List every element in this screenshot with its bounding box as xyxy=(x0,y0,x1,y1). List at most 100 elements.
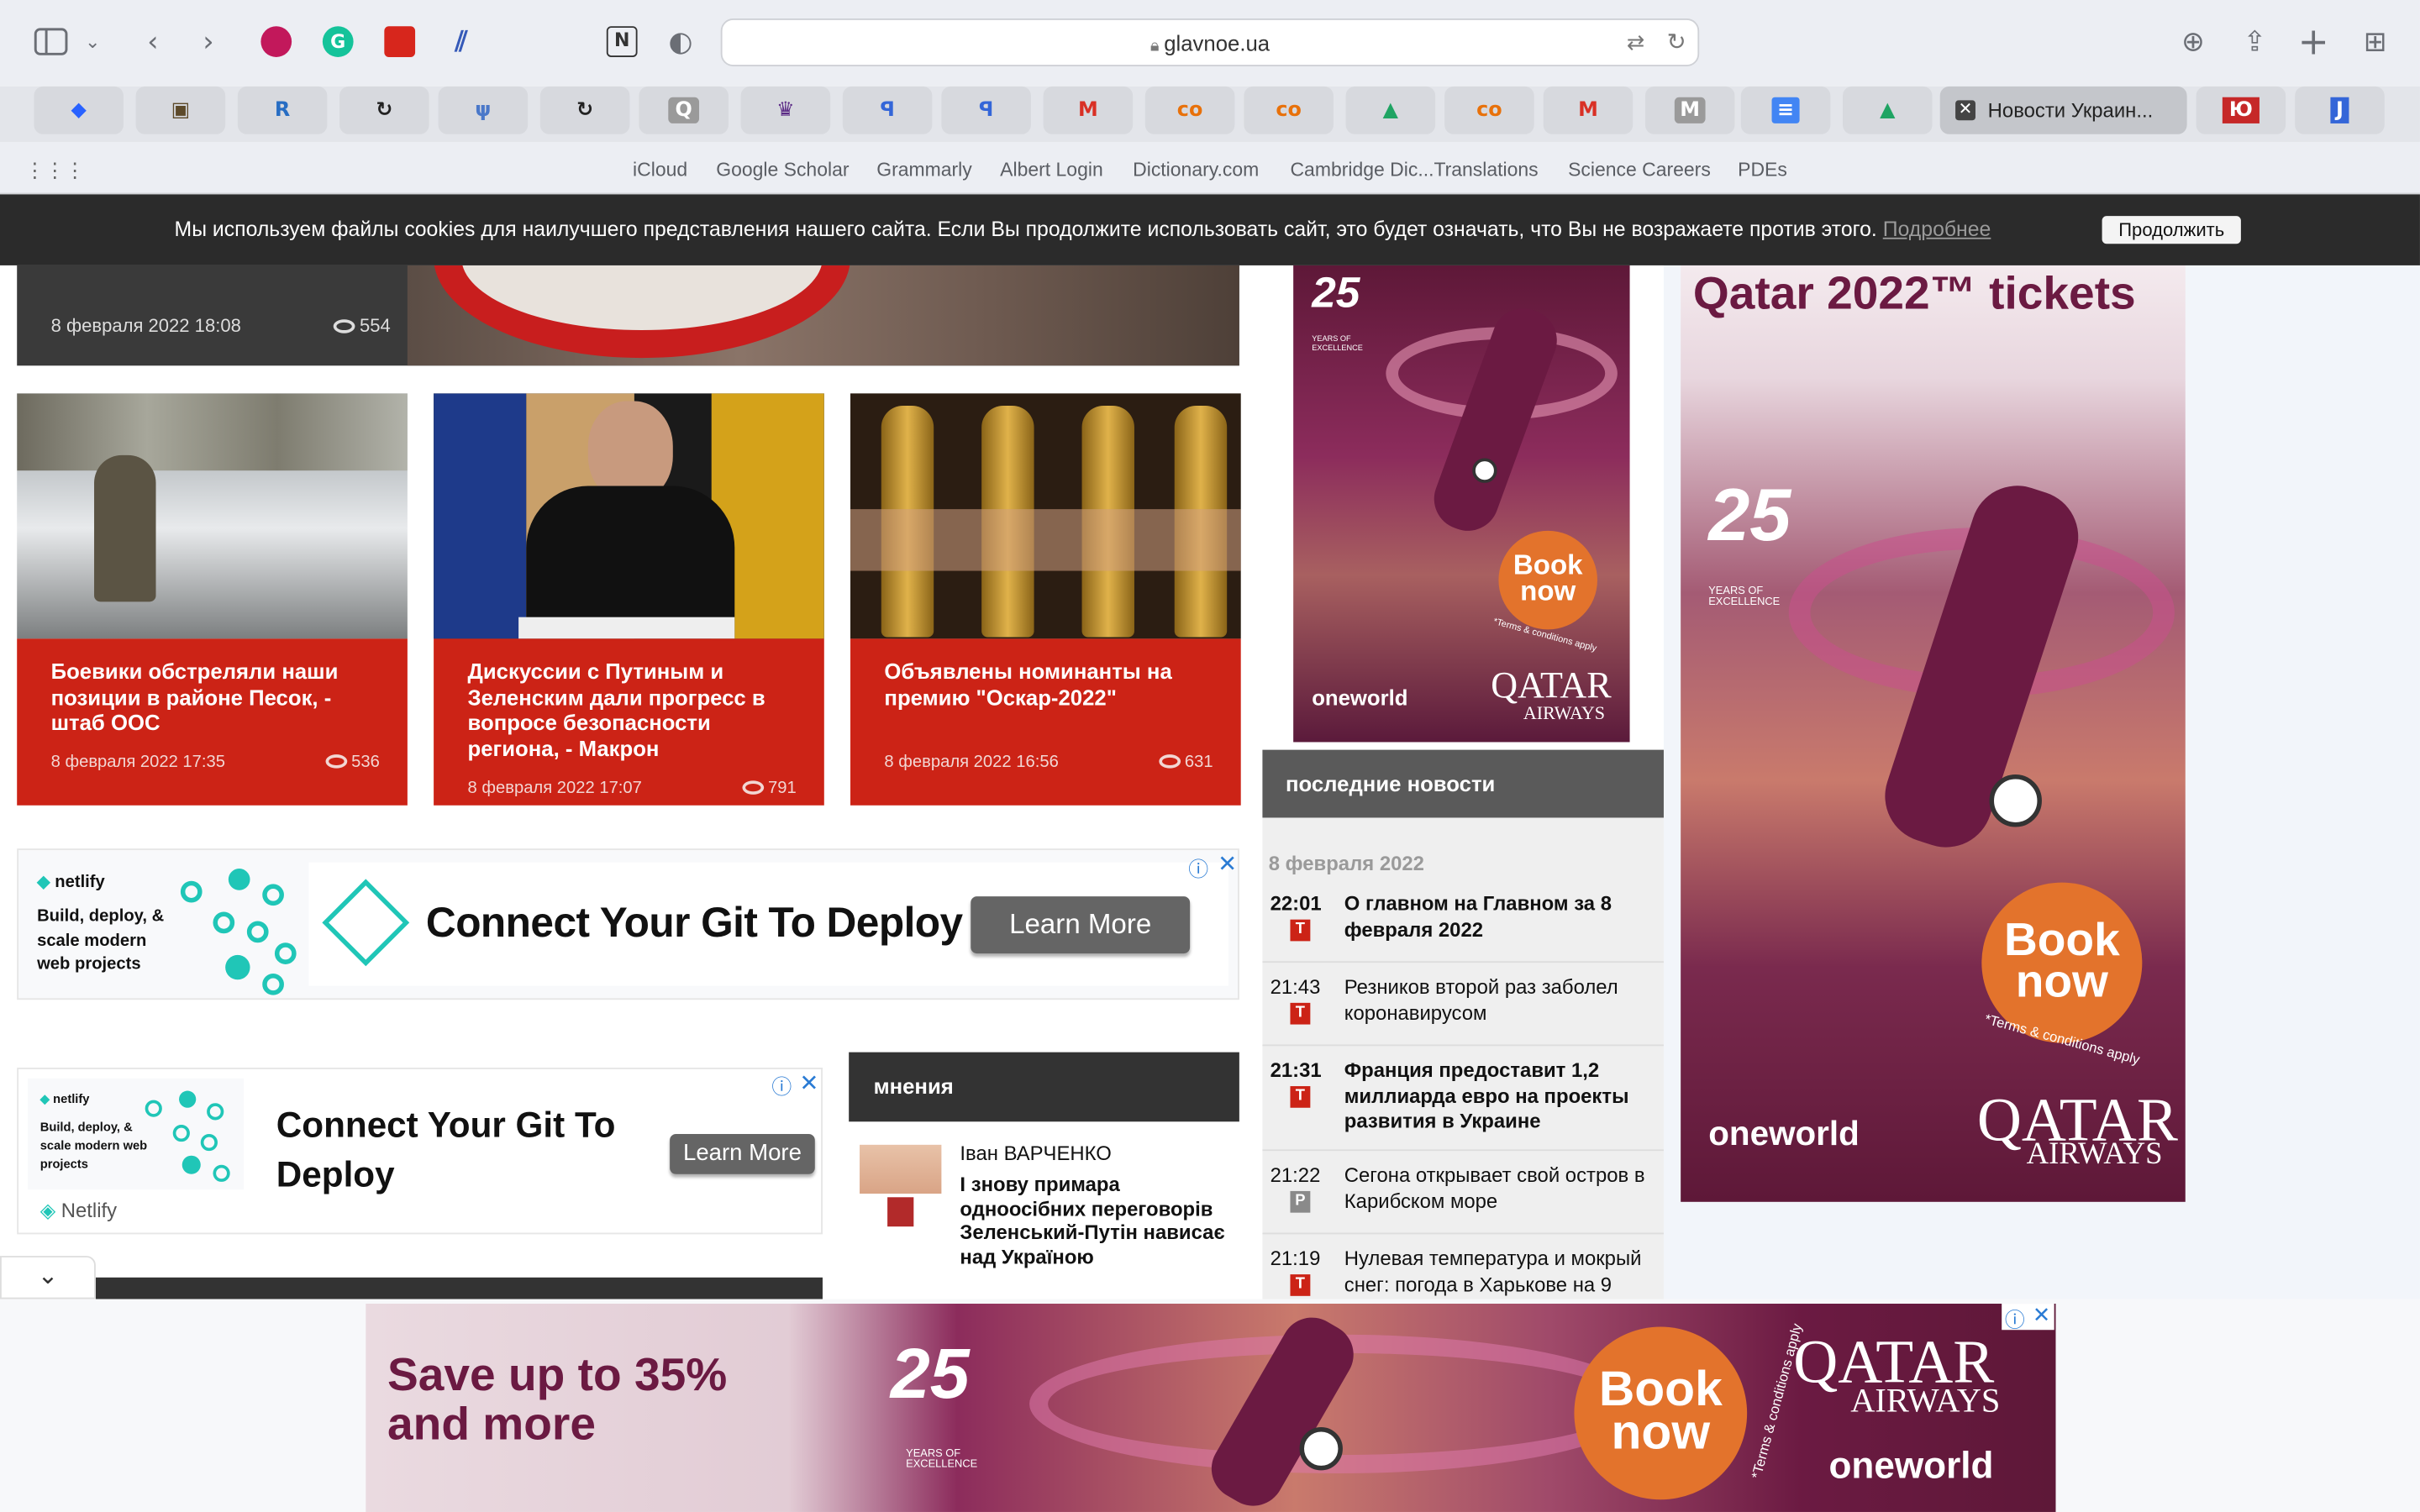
ad-info-icon-2[interactable]: ⓘ xyxy=(771,1071,792,1100)
fav-grammarly[interactable]: Grammarly xyxy=(876,159,972,181)
mendeley-icon[interactable] xyxy=(380,22,420,62)
fav-cambridge[interactable]: Cambridge Dic...Translations xyxy=(1290,159,1538,181)
tab-4[interactable]: ↻ xyxy=(339,86,429,134)
collapse-toggle-icon[interactable]: ⌄ xyxy=(0,1256,96,1299)
tab-10[interactable]: ꟼ xyxy=(941,86,1031,134)
card-3-title[interactable]: Объявлены номинанты на премию "Оскар-202… xyxy=(884,659,1210,710)
card-1-title[interactable]: Боевики обстреляли наши позиции в районе… xyxy=(51,659,377,735)
tab-drive-1[interactable]: ▲ xyxy=(1345,86,1436,134)
avatar[interactable] xyxy=(860,1144,942,1227)
sidebar-toggle-icon[interactable] xyxy=(31,22,71,62)
ad-info-icon-3[interactable]: ⓘ xyxy=(2005,1304,2025,1333)
qatar-25-logo: 25 xyxy=(1312,268,1360,317)
tab-9[interactable]: ꟼ xyxy=(842,86,933,134)
share-icon[interactable]: ⇪ xyxy=(2235,22,2275,62)
fav-google-scholar[interactable]: Google Scholar xyxy=(716,159,849,181)
news-item[interactable]: 22:01 T О главном на Главном за 8 феврал… xyxy=(1262,883,1664,963)
tab-drive-2[interactable]: ▲ xyxy=(1843,86,1933,134)
tab-gmail-1[interactable]: M xyxy=(1043,86,1134,134)
learn-more-button[interactable]: Learn More xyxy=(971,896,1191,954)
tab-6[interactable]: ↻ xyxy=(539,86,630,134)
extension-icon[interactable] xyxy=(256,22,297,62)
tab-8[interactable]: ♛ xyxy=(740,86,831,134)
news-item[interactable]: 21:31 T Франция предоставит 1,2 миллиард… xyxy=(1262,1049,1664,1152)
address-bar[interactable]: 🔒︎ glavnoe.ua ⇄ ↻ xyxy=(720,18,1700,66)
netlify-headline: Connect Your Git To Deploy xyxy=(425,899,963,946)
grid-icon[interactable]: ⋮⋮⋮ xyxy=(24,159,85,183)
qatar-ad-large[interactable]: Qatar 2022™ tickets 25 YEARS OF EXCELLEN… xyxy=(1681,265,2186,1202)
tab-overview-icon[interactable]: ⊞ xyxy=(2355,22,2396,62)
grammarly-icon[interactable]: G xyxy=(318,22,358,62)
fav-science-careers[interactable]: Science Careers xyxy=(1568,159,1711,181)
qatar-headline: Qatar 2022™ tickets xyxy=(1692,268,2136,320)
tab-14[interactable]: M xyxy=(1644,86,1735,134)
close-icon[interactable]: ✕ xyxy=(1955,100,1975,121)
tab-13[interactable]: co xyxy=(1444,86,1534,134)
fav-pdes[interactable]: PDEs xyxy=(1738,159,1787,181)
tab-docs[interactable]: ≡ xyxy=(1740,86,1831,134)
qatar-brand2: AIRWAYS xyxy=(1523,701,1605,724)
new-tab-icon[interactable]: + xyxy=(2293,20,2333,63)
news-item[interactable]: 21:19 T Нулевая температура и мокрый сне… xyxy=(1262,1237,1664,1299)
qatar-ad-small[interactable]: 25 YEARS OF EXCELLENCE Book now *Terms &… xyxy=(1293,265,1630,743)
tab-3[interactable]: R xyxy=(237,86,328,134)
ad-close-icon[interactable]: ✕ xyxy=(1218,850,1237,878)
netlify-footer[interactable]: ◈ Netlify xyxy=(40,1199,117,1223)
card-1-photo[interactable] xyxy=(17,393,408,639)
translate-icon[interactable]: ⇄ xyxy=(1627,29,1645,55)
latest-news-title: последние новости xyxy=(1285,771,1496,796)
news-item[interactable]: 21:43 T Резников второй раз заболел коро… xyxy=(1262,966,1664,1047)
lock-icon: 🔒︎ xyxy=(1150,37,1165,56)
reload-icon[interactable]: ↻ xyxy=(1667,28,1686,55)
netlify-brand-small: ◆ netlify xyxy=(39,1092,90,1106)
forward-icon[interactable]: › xyxy=(188,22,229,62)
card-2-photo[interactable] xyxy=(434,393,824,639)
opinions-header-label: мнения xyxy=(873,1074,954,1099)
book-now-badge[interactable]: Book now xyxy=(1498,530,1597,630)
netlify-ad-2[interactable]: ◆ netlify Build, deploy, & scale modern … xyxy=(17,1067,823,1235)
tab-12[interactable]: co xyxy=(1244,86,1334,134)
netlify-ad-1[interactable]: ◆ netlify Build, deploy, & scale modern … xyxy=(17,848,1239,1000)
top-article[interactable]: 8 февраля 2022 18:08 554 xyxy=(17,265,1239,366)
card-3-photo[interactable] xyxy=(850,393,1241,639)
chart-extension-icon[interactable]: ⫽ xyxy=(441,22,481,62)
tab-2[interactable]: ▣ xyxy=(135,86,226,134)
tab-15[interactable]: Ю xyxy=(2196,86,2286,134)
oneworld-logo: oneworld xyxy=(1708,1114,1860,1153)
card-3-views: 631 xyxy=(1158,753,1213,771)
tab-16[interactable]: J xyxy=(2295,86,2385,134)
ad-close-icon-2[interactable]: ✕ xyxy=(799,1069,818,1097)
notion-icon[interactable]: N xyxy=(602,22,642,62)
download-icon[interactable]: ⊕ xyxy=(2173,22,2213,62)
book-now-badge[interactable]: Book now xyxy=(1574,1326,1748,1500)
photo-badge-icon: P xyxy=(1290,1190,1311,1213)
learn-more-button-2[interactable]: Learn More xyxy=(670,1133,815,1174)
favorites-bar: ⋮⋮⋮ iCloud Google Scholar Grammarly Albe… xyxy=(0,141,2420,195)
tab-5[interactable]: ψ xyxy=(438,86,529,134)
card-3[interactable]: Объявлены номинанты на премию "Оскар-202… xyxy=(850,638,1241,806)
opinion-author[interactable]: Іван ВАРЧЕНКО xyxy=(960,1142,1111,1165)
card-1[interactable]: Боевики обстреляли наши позиции в районе… xyxy=(17,638,408,806)
card-2[interactable]: Дискуссии с Путиным и Зеленским дали про… xyxy=(434,638,824,806)
tab-7[interactable]: Q xyxy=(639,86,729,134)
fav-dictionary[interactable]: Dictionary.com xyxy=(1133,159,1259,181)
opinion-title[interactable]: І знову примара одноосібних переговорів … xyxy=(960,1173,1231,1268)
cookie-more-link[interactable]: Подробнее xyxy=(1883,218,1991,241)
fav-icloud[interactable]: iCloud xyxy=(633,159,687,181)
ad-close-icon-3[interactable]: ✕ xyxy=(2033,1304,2051,1328)
chevron-down-icon[interactable]: ⌄ xyxy=(77,22,108,62)
tab-11[interactable]: co xyxy=(1144,86,1235,134)
cookie-continue-button[interactable]: Продолжить xyxy=(2102,216,2241,244)
shield-icon[interactable]: ◐ xyxy=(660,22,701,62)
ad-info-icon[interactable]: ⓘ xyxy=(1188,853,1208,883)
qatar-brand2: AIRWAYS xyxy=(2026,1137,2163,1172)
fav-albert-login[interactable]: Albert Login xyxy=(1000,159,1103,181)
tab-1[interactable]: ◆ xyxy=(34,86,124,134)
qatar-ad-bottom[interactable]: Save up to 35% and more 25 YEARS OF EXCE… xyxy=(366,1304,2056,1512)
tab-gmail-2[interactable]: M xyxy=(1543,86,1634,134)
news-item[interactable]: 21:22 P Сегона открывает свой остров в К… xyxy=(1262,1154,1664,1235)
card-2-title[interactable]: Дискуссии с Путиным и Зеленским дали про… xyxy=(468,659,794,760)
card-2-date: 8 февраля 2022 17:07 xyxy=(467,779,642,798)
tab-active[interactable]: ✕ Новости Украин... xyxy=(1939,86,2187,134)
back-icon[interactable]: ‹ xyxy=(133,22,173,62)
